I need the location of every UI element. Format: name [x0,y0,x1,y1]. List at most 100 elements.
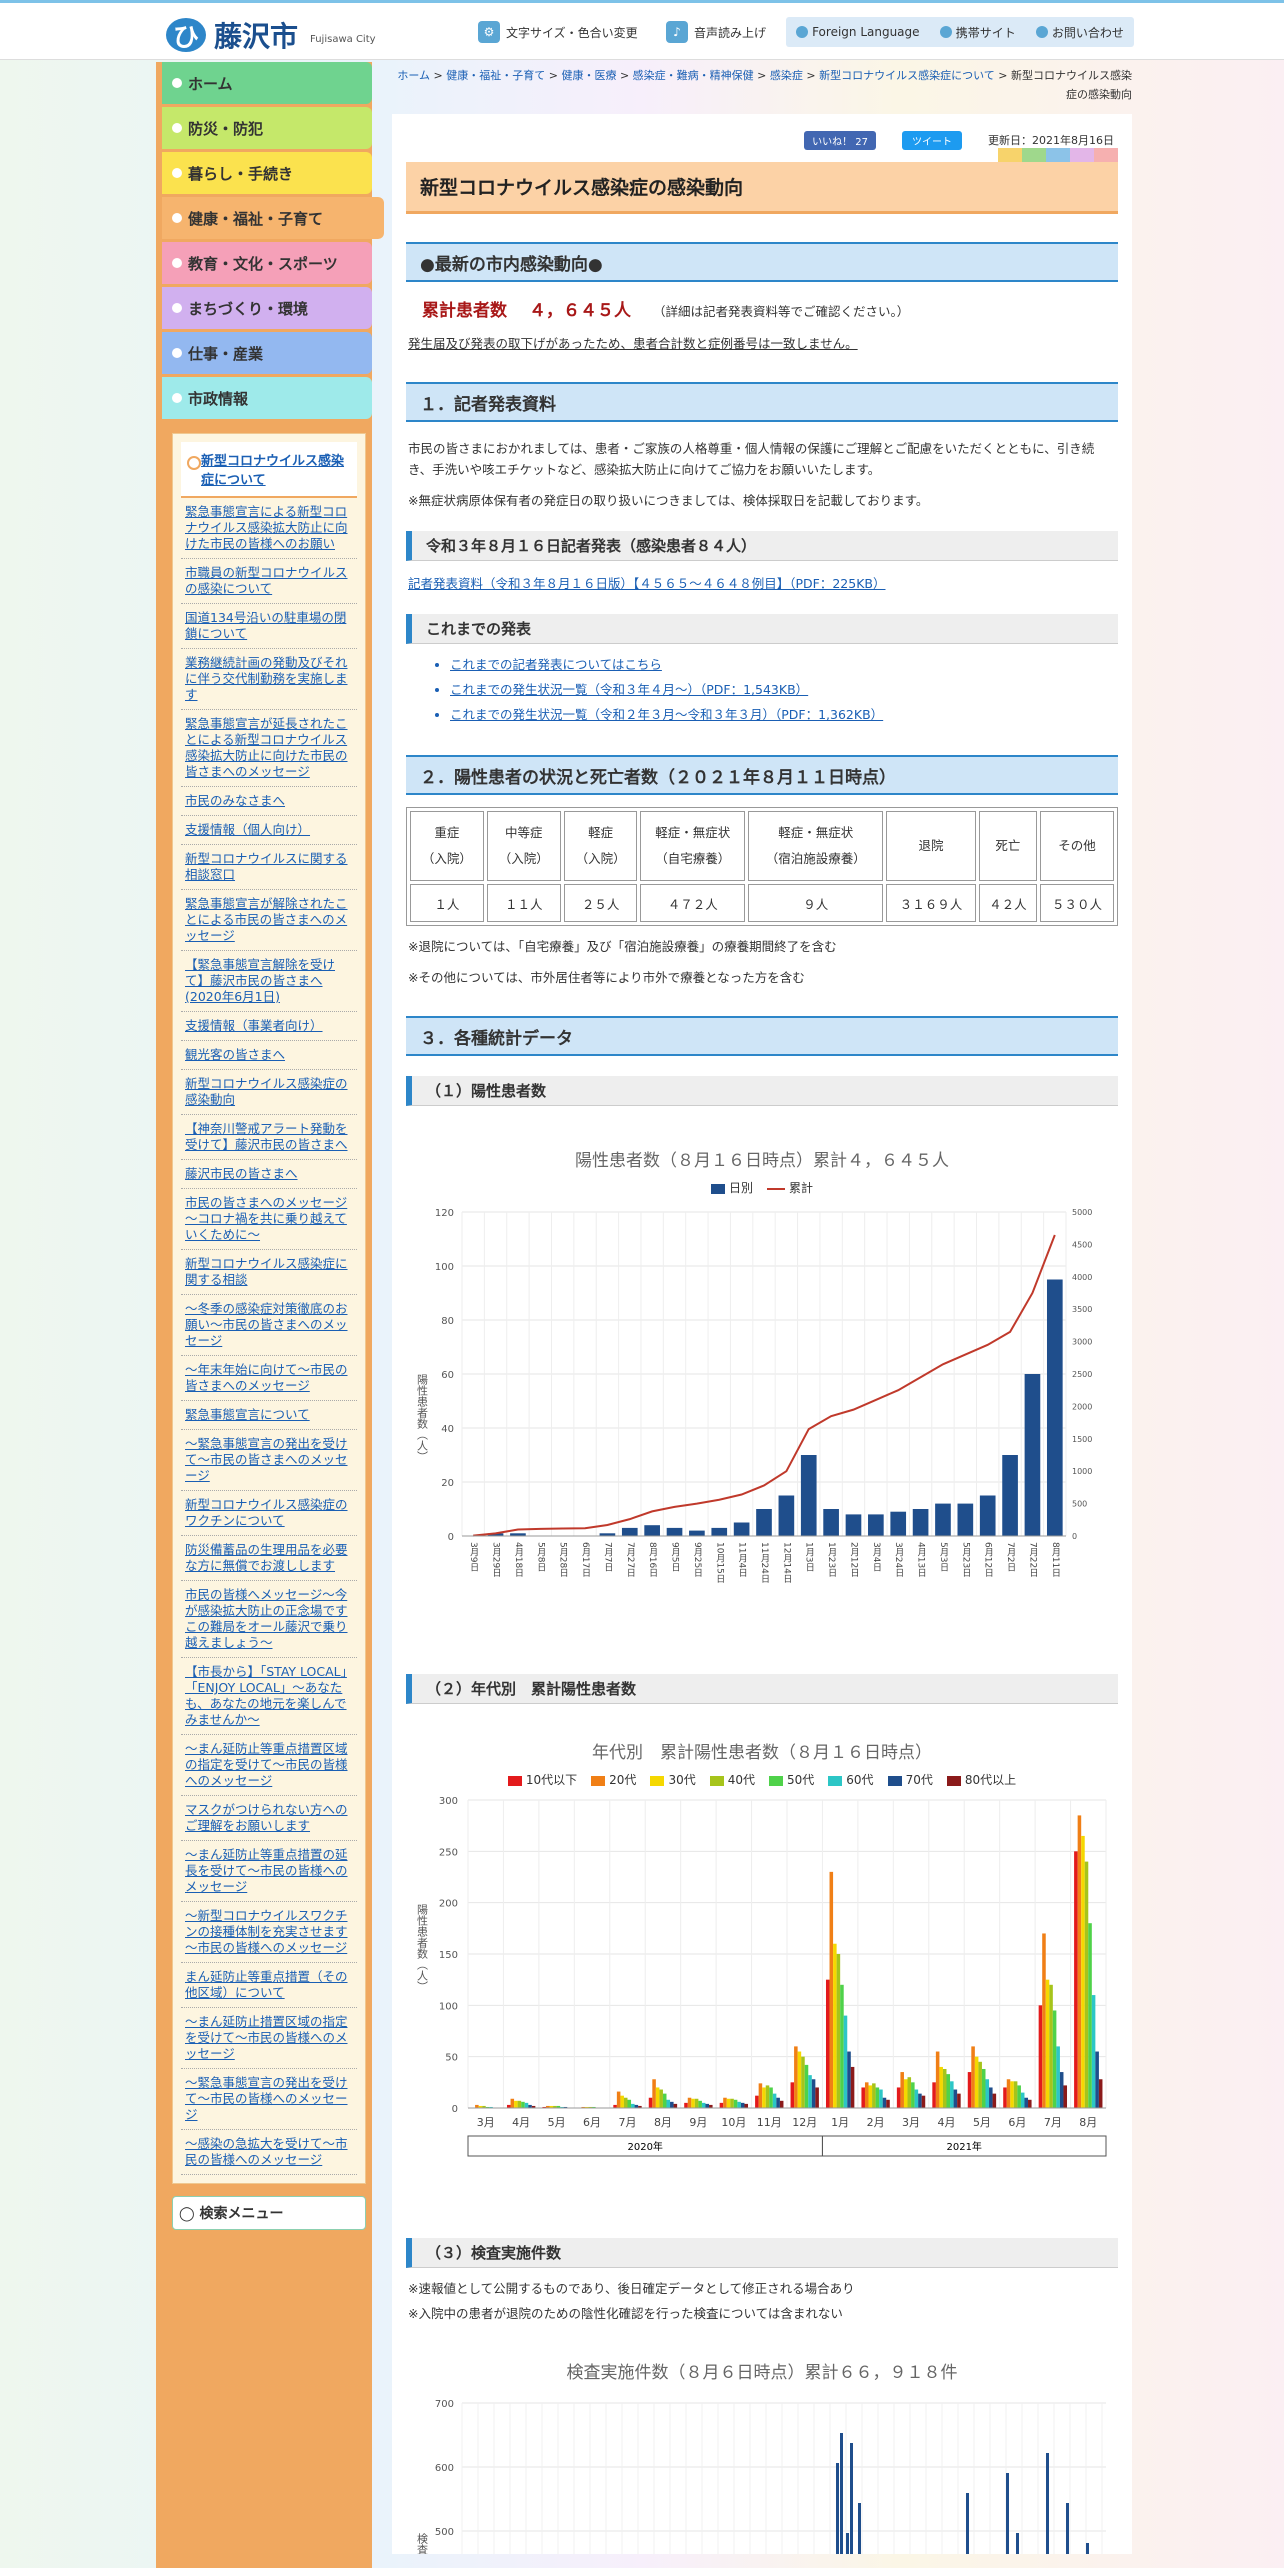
sub-nav: 新型コロナウイルス感染症について 緊急事態宣言による新型コロナウイルス感染拡大防… [172,433,366,2184]
tweet-button[interactable]: ツイート [902,130,962,150]
breadcrumb-link[interactable]: 新型コロナウイルス感染症について [819,69,995,82]
nav-item-label: 暮らし・手続き [188,164,294,183]
chart-legend: 10代以下 20代 30代 40代 50代 60代 70代 80代以上 [406,1771,1118,1788]
press-release-link[interactable]: 記者発表資料（令和３年８月１６日版）【４５６５～４６４８例目】（PDF：225K… [408,576,886,591]
nav-item[interactable]: 防災・防犯 [162,107,372,149]
sub-nav-link[interactable]: ～新型コロナウイルスワクチンの接種体制を充実させます～市民の皆様へのメッセージ [181,1902,357,1963]
site-logo[interactable]: ひ 藤沢市 Fujisawa City [166,15,376,55]
bar-age [864,2082,869,2108]
sub-nav-link[interactable]: ～緊急事態宣言の発出を受けて～市民の皆さまへのメッセージ [181,1430,357,1491]
sub-nav-link[interactable]: 国道134号沿いの駐車場の閉鎖について [181,604,357,649]
nav-item[interactable]: 教育・文化・スポーツ [162,242,372,284]
bar-age [655,2087,660,2108]
bar-age [670,2101,674,2108]
bar-age [737,2101,741,2108]
nav-item[interactable]: 市政情報 [162,377,372,419]
header-line: 軽症・無症状 [655,825,731,840]
mobile-site-link[interactable]: 携帯サイト [939,24,1016,41]
sub-nav-link[interactable]: 新型コロナウイルスに関する相談窓口 [181,845,357,890]
group-label: 2021年 [946,2140,981,2153]
bar-daily [666,1527,683,1536]
nav-item[interactable]: ホーム [162,62,372,104]
sub-nav-link[interactable]: 市民の皆様へメッセージ～今が感染拡大防止の正念場です この難局をオール藤沢で乗り… [181,1581,357,1658]
page-title-text: 新型コロナウイルス感染症の感染動向 [420,177,744,199]
breadcrumb-link[interactable]: 健康・福祉・子育て [446,69,545,82]
like-button[interactable]: いいね！ 27 [804,130,876,150]
bar-age [659,2089,663,2108]
heading-latest: ●最新の市内感染動向● [406,242,1118,282]
total-note: （詳細は記者発表資料等でご確認ください。） [653,304,910,319]
breadcrumb-link[interactable]: ホーム [397,69,430,82]
sub-nav-link[interactable]: 新型コロナウイルス感染症に関する相談 [181,1250,357,1295]
sub-nav-link[interactable]: 新型コロナウイルス感染症の感染動向 [181,1070,357,1115]
breadcrumb-link[interactable]: 感染症・難病・精神保健 [633,69,754,82]
nav-item[interactable]: 暮らし・手続き [162,152,372,194]
sub-nav-link[interactable]: ～感染の急拡大を受けて～市民の皆様へのメッセージ [181,2130,357,2175]
bar-test [1006,2473,1009,2554]
foreign-language-link[interactable]: Foreign Language [796,25,920,39]
sub-nav-link[interactable]: ～冬季の感染症対策徹底のお願い～市民の皆さまへのメッセージ [181,1295,357,1356]
sub-nav-link[interactable]: 藤沢市民の皆さまへ [181,1160,357,1189]
speech-button[interactable]: ♪ 音声読み上げ [666,17,766,47]
bar-age [921,2095,926,2108]
past-link[interactable]: これまでの発生状況一覧（令和３年４月～）（PDF：1,543KB） [450,677,1118,702]
breadcrumb-link[interactable]: 健康・医療 [561,69,616,82]
sub-nav-link[interactable]: 緊急事態宣言について [181,1401,357,1430]
past-link[interactable]: これまでの記者発表についてはこちら [450,652,1118,677]
sub-nav-link[interactable]: ～まん延防止等重点措置の延長を受けて～市民の皆様へのメッセージ [181,1841,357,1902]
sub-nav-link[interactable]: 緊急事態宣言が解除されたことによる市民の皆さまへのメッセージ [181,890,357,951]
sub-nav-link[interactable]: 支援情報（事業者向け） [181,1012,357,1041]
sub-nav-link[interactable]: 【神奈川警戒アラート発動を受けて】藤沢市民の皆さまへ [181,1115,357,1160]
search-menu[interactable]: ◯ 検索メニュー [172,2196,366,2230]
bar-age [974,2056,979,2108]
age-chart: 年代別 累計陽性患者数（８月１６日時点） 10代以下 20代 30代 40代 50代 60… [406,1738,1118,2218]
bar-age [652,2079,656,2108]
sub-nav-link[interactable]: 緊急事態宣言による新型コロナウイルス感染拡大防止に向けた市民の皆様へのお願い [181,498,357,559]
text-size-color-button[interactable]: ⚙ 文字サイズ・色合い変更 [478,17,638,47]
sub-nav-link[interactable]: 【市長から】「STAY LOCAL」「ENJOY LOCAL」～あなたも、あなた… [181,1658,357,1735]
past-link[interactable]: これまでの発生状況一覧（令和２年３月～令和３年３月）（PDF：1,362KB） [450,702,1118,727]
bar-age [726,2098,731,2108]
bar-age [705,2103,710,2108]
sub-nav-link[interactable]: 市民のみなさまへ [181,787,357,816]
sub-nav-link[interactable]: 業務継続計画の発動及びそれに伴う交代制勤務を実施します [181,649,357,710]
contact-link[interactable]: お問い合わせ [1035,24,1124,41]
bar-age [896,2087,901,2108]
bar-test [1086,2543,1089,2554]
sub-nav-link[interactable]: マスクがつけられない方へのご理解をお願いします [181,1796,357,1841]
y-tick-label: 50 [445,2053,458,2064]
bar-age [1056,2046,1060,2108]
x-tick-label: 8月16日 [647,1542,658,1577]
sub-nav-link[interactable]: 緊急事態宣言が延長されたことによる新型コロナウイルス感染拡大防止に向けた市民の皆… [181,710,357,787]
sub-nav-link[interactable]: 市民の皆さまへのメッセージ～コロナ禍を共に乗り越えていくために～ [181,1189,357,1250]
sub-nav-link[interactable]: 観光客の皆さまへ [181,1041,357,1070]
sub-nav-link[interactable]: まん延防止等重点措置（その他区域）について [181,1963,357,2008]
nav-item[interactable]: 健康・福祉・子育て [162,197,384,239]
sub-nav-link[interactable]: 新型コロナウイルス感染症のワクチンについて [181,1491,357,1536]
sub-nav-link[interactable]: ～まん延防止等重点措置区域の指定を受けて～市民の皆様へのメッセージ [181,1735,357,1796]
sub-nav-link[interactable]: ～緊急事態宣言の発出を受けて～市民の皆様へのメッセージ [181,2069,357,2130]
breadcrumb-link[interactable]: 感染症 [770,69,803,82]
x-tick-label: 7月22日 [1027,1542,1038,1577]
sub-nav-link[interactable]: 市職員の新型コロナウイルスの感染について [181,559,357,604]
sub-nav-link[interactable]: 防災備蓄品の生理用品を必要な方に無償でお渡しします [181,1536,357,1581]
bar-age [687,2097,692,2108]
sub-nav-heading[interactable]: 新型コロナウイルス感染症について [181,442,357,498]
past-links: これまでの記者発表についてはこちらこれまでの発生状況一覧（令和３年４月～）（PD… [450,652,1118,727]
sub-nav-link[interactable]: ～年末年始に向けて～市民の皆さまへのメッセージ [181,1356,357,1401]
bar-age [510,2098,515,2108]
bar-age [1074,1851,1078,2108]
sub-nav-link[interactable]: 【緊急事態宣言解除を受けて】藤沢市民の皆さまへ(2020年6月1日) [181,951,357,1012]
sub-nav-link[interactable]: 支援情報（個人向け） [181,816,357,845]
bar-daily [1024,1374,1041,1536]
bar-age [989,2087,993,2108]
table-header-cell: 軽症・無症状 （自宅療養） [640,811,746,881]
status-table: 重症 （入院） 中等症 （入院） 軽症 （入院） 軽症・無症状 （自宅療養） 軽症・無症状 （宿泊… [406,807,1118,926]
sub-nav-link[interactable]: ～まん延防止措置区域の指定を受けて～市民の皆様へのメッセージ [181,2008,357,2069]
bar-age [673,2103,678,2108]
heading-press-date: 令和３年８月１６日記者発表（感染患者８４人） [406,531,1118,561]
total-label: 累計患者数 [422,301,507,321]
nav-item[interactable]: 仕事・産業 [162,332,372,374]
nav-item[interactable]: まちづくり・環境 [162,287,372,329]
bar-age [740,2102,745,2108]
